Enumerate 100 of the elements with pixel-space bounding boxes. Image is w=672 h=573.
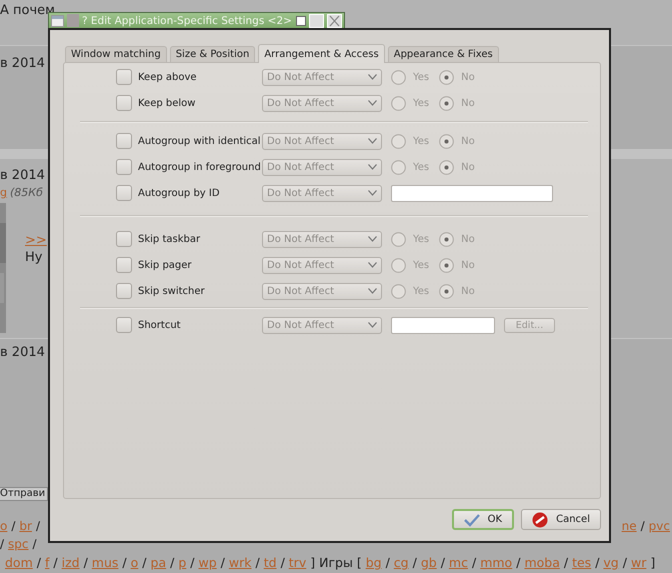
post-date: в 2014 — [0, 168, 45, 183]
ok-button[interactable]: OK — [452, 509, 514, 530]
window-button[interactable] — [296, 16, 306, 26]
radio-icon — [439, 134, 454, 148]
tab[interactable]: Size & Position — [170, 46, 256, 62]
separator-text: ] — [650, 555, 656, 572]
link[interactable]: mmo — [480, 555, 512, 573]
tab[interactable]: Appearance & Fixes — [388, 46, 499, 62]
link[interactable]: spc — [8, 537, 29, 555]
separator-text: / — [0, 537, 4, 553]
window-title: ? Edit Application-Specific Settings <2> — [82, 14, 293, 26]
chevron-icon — [368, 322, 377, 328]
separator-text: / — [440, 555, 445, 572]
separator-text: / — [11, 519, 16, 535]
setting-label: Keep above — [138, 72, 198, 82]
link[interactable]: trv — [288, 555, 306, 573]
separator-text: / — [142, 555, 147, 572]
link[interactable]: pa — [150, 555, 166, 573]
link[interactable]: o — [0, 519, 8, 537]
link[interactable]: gb — [420, 555, 437, 573]
chevron-icon — [368, 100, 377, 106]
separator-text: ] — [310, 555, 316, 572]
setting-label: Skip taskbar — [138, 234, 202, 244]
radio-icon — [391, 96, 406, 110]
setting-label: Keep below — [138, 98, 196, 108]
link[interactable]: cg — [394, 555, 409, 573]
link[interactable]: dom — [5, 555, 33, 573]
separator-text: / — [220, 555, 225, 572]
radio-icon — [439, 70, 454, 84]
checkmark-icon — [464, 512, 480, 528]
post-date: в 2014 — [0, 345, 45, 360]
setting-label: Autogroup by ID — [138, 188, 221, 198]
separator-text: / — [472, 555, 476, 572]
radio-icon — [439, 96, 454, 110]
tab[interactable]: Window matching — [65, 46, 167, 62]
radio-icon — [391, 232, 406, 246]
chevron-icon — [368, 74, 377, 80]
square-icon — [67, 14, 79, 27]
separator-text: / — [122, 555, 127, 572]
link[interactable]: td — [264, 555, 277, 573]
radio-icon — [439, 232, 454, 246]
radio-icon — [439, 258, 454, 272]
separator-text: / — [36, 555, 41, 572]
chevron-icon — [368, 236, 377, 242]
input-field[interactable] — [391, 184, 553, 202]
radio-icon — [391, 160, 406, 174]
separator-text: Игры [ — [319, 555, 362, 572]
radio-icon — [391, 134, 406, 148]
link[interactable]: tes — [572, 555, 592, 573]
radio-icon — [391, 284, 406, 298]
setting-label: Skip pager — [138, 260, 193, 270]
link[interactable]: ne — [622, 519, 637, 537]
file-link[interactable]: g — [0, 186, 7, 199]
separator-text: / — [386, 555, 390, 572]
separator-text: / — [622, 555, 627, 572]
link[interactable]: vg — [603, 555, 619, 573]
file-size: (85Кб — [10, 186, 43, 199]
link[interactable]: o — [130, 555, 138, 573]
link[interactable]: p — [178, 555, 186, 573]
setting-label: Shortcut — [138, 320, 182, 330]
radio-icon — [439, 160, 454, 174]
link[interactable]: pvc — [648, 519, 670, 537]
chevron-icon — [368, 288, 377, 294]
link[interactable]: izd — [62, 555, 80, 573]
separator-text: / — [412, 555, 417, 572]
link[interactable]: mc — [448, 555, 468, 573]
post-text: Ну — [25, 250, 44, 265]
shortcut-field[interactable] — [391, 316, 495, 334]
reply-link[interactable]: >> — [25, 233, 47, 248]
chevron-icon — [368, 262, 377, 268]
link[interactable]: bg — [366, 555, 382, 573]
post-date: в 2014 — [0, 56, 45, 71]
tab[interactable]: Arrangement & Access — [258, 44, 385, 63]
close-button[interactable] — [327, 14, 342, 28]
link[interactable]: wp — [198, 555, 217, 573]
separator-text: / — [36, 519, 40, 535]
window-icon — [51, 14, 64, 26]
separator-text: / — [256, 555, 260, 572]
link[interactable]: mus — [92, 555, 118, 573]
link[interactable]: br — [19, 519, 32, 537]
link[interactable]: moba — [524, 555, 560, 573]
radio-icon — [391, 258, 406, 272]
post-text: А почем — [0, 3, 55, 18]
separator-text: / — [564, 555, 568, 572]
cancel-icon — [532, 512, 548, 528]
link[interactable]: wr — [630, 555, 646, 573]
separator-text: / — [190, 555, 194, 572]
separator-text: / — [32, 537, 37, 553]
radio-icon — [391, 70, 406, 84]
separator-text: / — [280, 555, 285, 572]
link[interactable]: wrk — [228, 555, 252, 573]
send-button[interactable]: Отправи — [0, 487, 48, 501]
separator-text: / — [53, 555, 58, 572]
separator-text: / — [516, 555, 520, 572]
separator-text: / — [84, 555, 88, 572]
separator-text: / — [640, 519, 645, 535]
cancel-button[interactable]: Cancel — [521, 509, 601, 530]
radio-icon — [439, 284, 454, 298]
link[interactable]: f — [44, 555, 50, 573]
chevron-icon — [368, 164, 377, 170]
